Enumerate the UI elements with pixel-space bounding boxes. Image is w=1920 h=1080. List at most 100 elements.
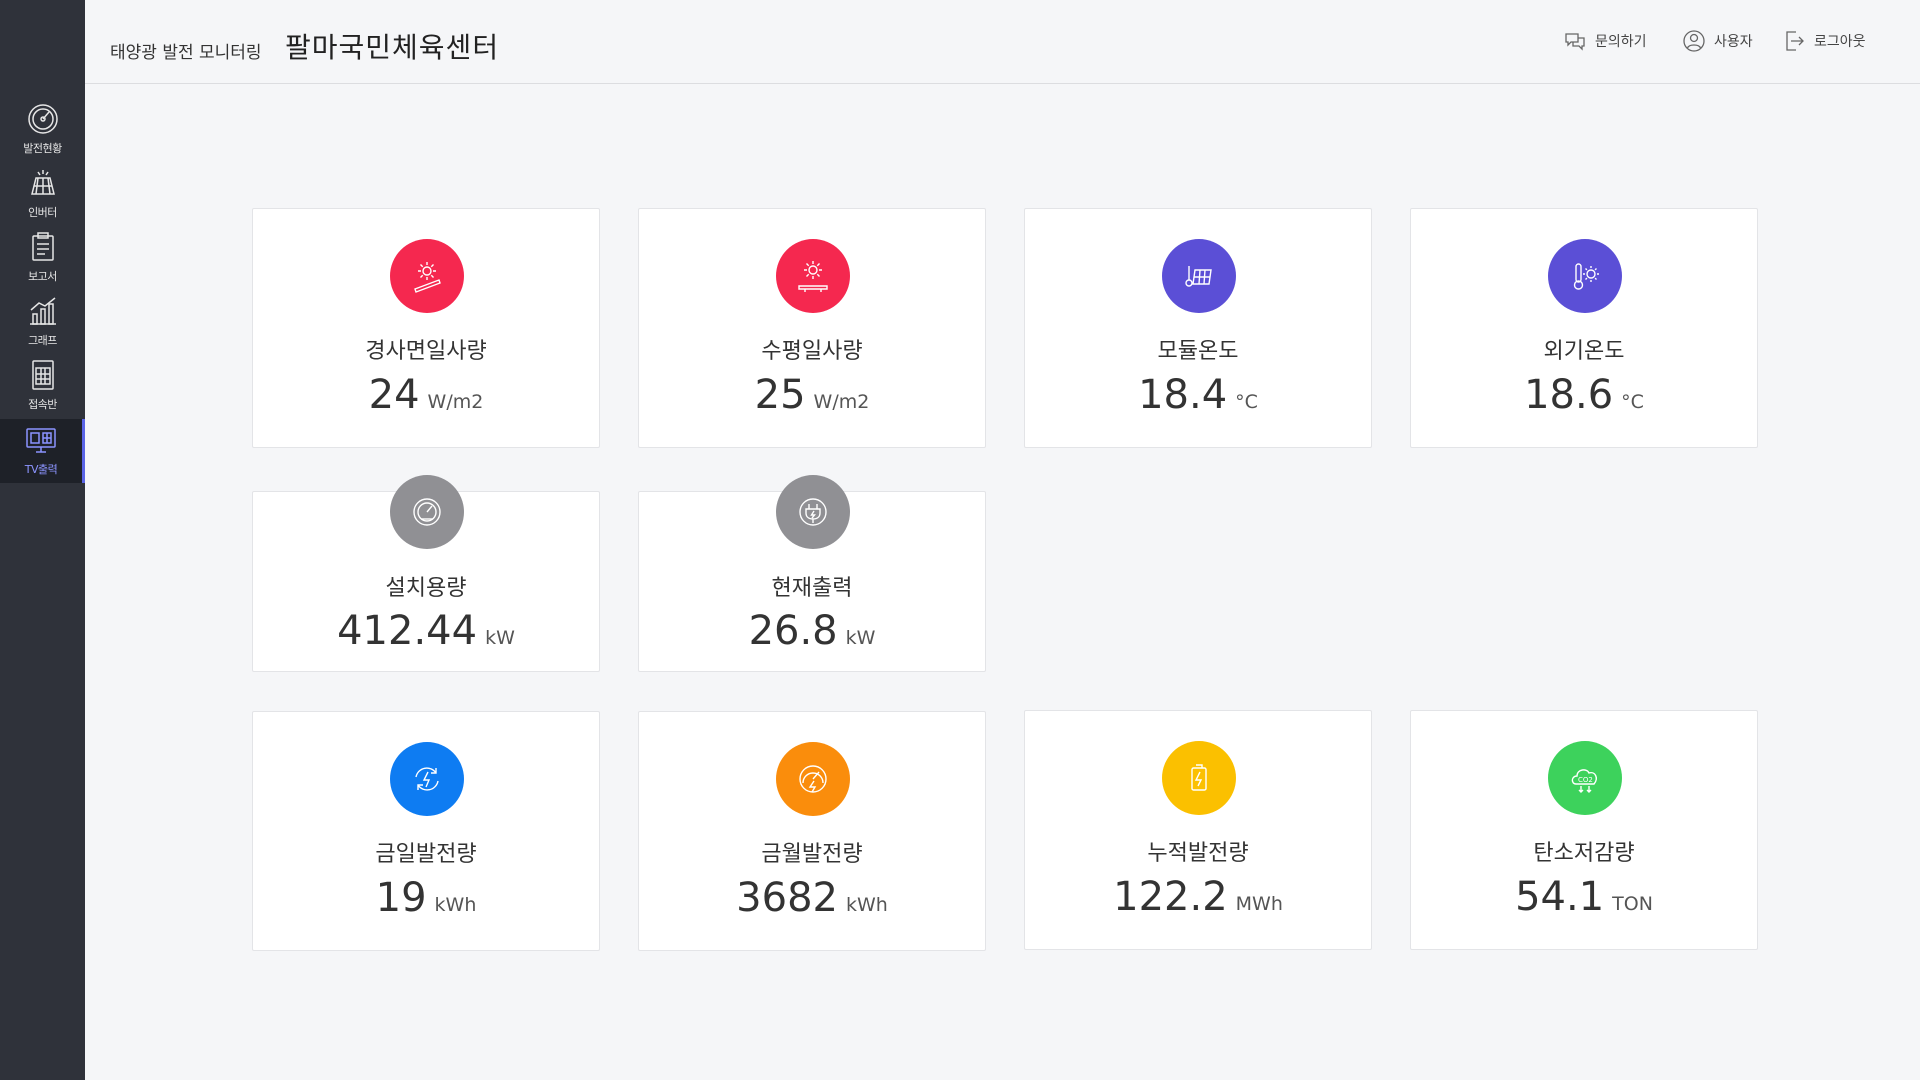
card-label: 수평일사량 <box>761 339 863 364</box>
card-label: 금월발전량 <box>761 842 863 867</box>
card-label: 모듈온도 <box>1157 339 1239 364</box>
energy-gauge-icon <box>799 765 827 793</box>
card-label: 금일발전량 <box>375 842 477 867</box>
card-inclined-irradiance: 경사면일사량 24 W/m2 <box>252 208 600 448</box>
value-unit: MWh <box>1235 893 1283 915</box>
user-icon <box>1683 30 1705 52</box>
card-label: 탄소저감량 <box>1533 841 1635 866</box>
icon-badge <box>776 475 850 549</box>
card-today-generation: 금일발전량 19 kWh <box>252 711 600 951</box>
logout-icon <box>1786 31 1804 51</box>
sun-inclined-panel-icon <box>414 262 441 293</box>
icon-badge <box>1548 239 1622 313</box>
chart-icon <box>29 297 56 325</box>
sidebar: 발전현황 인버터 보고서 그래프 접속반 TV출력 <box>0 0 85 1080</box>
value-unit: kW <box>485 627 515 649</box>
sidebar-item-label: 인버터 <box>28 206 57 219</box>
value-number: 122.2 <box>1113 874 1228 920</box>
value-number: 19 <box>375 875 427 921</box>
card-value: 26.8 kW <box>639 608 985 654</box>
energy-cycle-icon <box>415 767 439 791</box>
thermometer-panel-icon <box>1185 266 1212 287</box>
card-label: 외기온도 <box>1543 339 1625 364</box>
sidebar-item-generation-status[interactable]: 발전현황 <box>0 98 85 162</box>
value-number: 18.4 <box>1138 372 1228 418</box>
icon-badge <box>776 239 850 313</box>
card-value: 3682 kWh <box>639 875 985 921</box>
page-subtitle: 태양광 발전 모니터링 <box>110 43 262 63</box>
sun-flat-panel-icon <box>798 261 828 292</box>
sidebar-item-label: 발전현황 <box>23 142 62 155</box>
card-outdoor-temperature: 외기온도 18.6 °C <box>1410 208 1758 448</box>
value-unit: kWh <box>434 894 477 916</box>
card-value: 54.1 TON <box>1411 874 1757 920</box>
card-total-generation: 누적발전량 122.2 MWh <box>1024 710 1372 950</box>
sidebar-item-report[interactable]: 보고서 <box>0 226 85 290</box>
value-number: 26.8 <box>748 608 838 654</box>
card-value: 18.4 °C <box>1025 372 1371 418</box>
icon-badge <box>390 475 464 549</box>
user-label: 사용자 <box>1714 34 1753 50</box>
card-value: 19 kWh <box>253 875 599 921</box>
card-label: 현재출력 <box>771 576 853 601</box>
sidebar-item-inverter[interactable]: 인버터 <box>0 162 85 226</box>
card-carbon-reduction: CO2 탄소저감량 54.1 TON <box>1410 710 1758 950</box>
card-label: 누적발전량 <box>1147 841 1249 866</box>
value-unit: TON <box>1612 893 1653 915</box>
value-number: 54.1 <box>1515 874 1605 920</box>
value-unit: °C <box>1235 391 1258 413</box>
inquiry-label: 문의하기 <box>1595 34 1647 50</box>
sidebar-item-junction-box[interactable]: 접속반 <box>0 354 85 418</box>
sidebar-item-label: 보고서 <box>28 270 57 283</box>
value-unit: kW <box>845 627 876 649</box>
grid-box-icon <box>31 360 54 390</box>
value-number: 24 <box>368 372 420 418</box>
icon-badge <box>776 742 850 816</box>
thermometer-sun-icon <box>1573 263 1599 290</box>
value-unit: kWh <box>845 894 888 916</box>
card-label: 경사면일사량 <box>365 339 487 364</box>
sidebar-item-label: 그래프 <box>28 334 57 347</box>
clipboard-icon <box>31 232 54 261</box>
solar-panel-icon <box>30 170 55 195</box>
inquiry-button[interactable]: 문의하기 <box>1563 28 1647 54</box>
user-button[interactable]: 사용자 <box>1682 28 1753 54</box>
card-value: 25 W/m2 <box>639 372 985 418</box>
card-horizontal-irradiance: 수평일사량 25 W/m2 <box>638 208 986 448</box>
card-value: 122.2 MWh <box>1025 874 1371 920</box>
co2-cloud-icon: CO2 <box>1571 769 1597 793</box>
icon-badge <box>390 742 464 816</box>
card-label: 설치용량 <box>385 576 467 601</box>
card-installed-capacity: 설치용량 412.44 kW <box>252 475 600 672</box>
value-number: 18.6 <box>1524 372 1614 418</box>
value-number: 412.44 <box>337 608 478 654</box>
logout-label: 로그아웃 <box>1814 34 1866 50</box>
card-current-output: 현재출력 26.8 kW <box>638 475 986 672</box>
icon-badge <box>390 239 464 313</box>
header: 태양광 발전 모니터링 팔마국민체육센터 문의하기 사용자 로그아웃 <box>85 0 1920 84</box>
value-unit: W/m2 <box>813 391 870 413</box>
sidebar-item-graph[interactable]: 그래프 <box>0 290 85 354</box>
card-value: 412.44 kW <box>253 608 599 654</box>
icon-badge <box>1162 741 1236 815</box>
card-module-temperature: 모듈온도 18.4 °C <box>1024 208 1372 448</box>
icon-badge: CO2 <box>1548 741 1622 815</box>
card-value: 18.6 °C <box>1411 372 1757 418</box>
value-number: 25 <box>754 372 806 418</box>
sidebar-item-label: TV출력 <box>24 463 58 476</box>
value-number: 3682 <box>736 875 838 921</box>
value-unit: W/m2 <box>427 391 484 413</box>
sidebar-item-tv-output[interactable]: TV출력 <box>0 419 85 483</box>
battery-charge-icon <box>1191 764 1207 791</box>
plug-icon <box>799 498 827 526</box>
chat-icon <box>1565 33 1585 51</box>
svg-text:CO2: CO2 <box>1578 776 1593 784</box>
card-month-generation: 금월발전량 3682 kWh <box>638 711 986 951</box>
value-unit: °C <box>1621 391 1644 413</box>
logout-button[interactable]: 로그아웃 <box>1782 28 1866 54</box>
tv-icon <box>26 428 56 453</box>
icon-badge <box>1162 239 1236 313</box>
page-title: 팔마국민체육센터 <box>285 31 500 64</box>
gauge-icon <box>27 104 58 134</box>
card-value: 24 W/m2 <box>253 372 599 418</box>
